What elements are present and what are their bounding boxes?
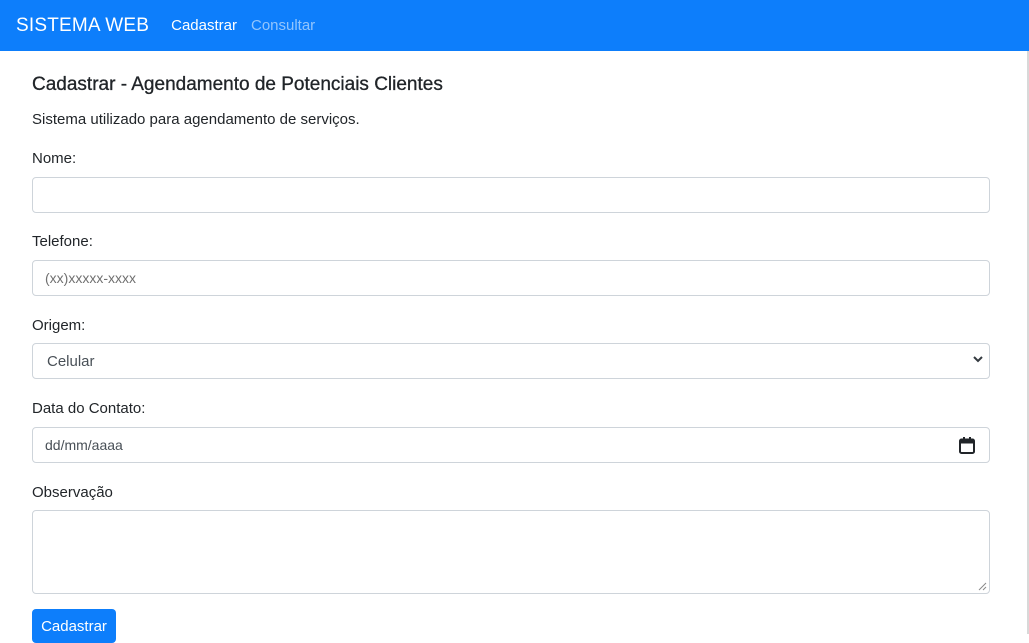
brand[interactable]: SISTEMA WEB bbox=[16, 15, 149, 37]
nome-input[interactable] bbox=[32, 177, 990, 213]
origem-selected: Celular bbox=[47, 352, 95, 370]
nome-label: Nome: bbox=[32, 150, 77, 167]
page-subtitle: Sistema utilizado para agendamento de se… bbox=[32, 111, 360, 128]
observacao-textarea[interactable] bbox=[32, 510, 990, 594]
calendar-icon[interactable] bbox=[959, 437, 975, 454]
origem-label: Origem: bbox=[32, 317, 86, 334]
page-title: Cadastrar - Agendamento de Potenciais Cl… bbox=[32, 74, 443, 95]
navbar: SISTEMA WEB Cadastrar Consultar bbox=[0, 0, 1029, 51]
observacao-label: Observação bbox=[32, 484, 113, 501]
telefone-placeholder: (xx)xxxxx-xxxx bbox=[45, 270, 136, 286]
chevron-down-icon bbox=[973, 356, 983, 363]
data-contato-label: Data do Contato: bbox=[32, 400, 146, 417]
resize-grip-icon[interactable] bbox=[978, 582, 987, 591]
nav-link-consultar[interactable]: Consultar bbox=[251, 17, 315, 34]
cadastrar-button[interactable]: Cadastrar bbox=[32, 609, 116, 643]
origem-select[interactable]: Celular bbox=[32, 343, 990, 379]
telefone-input[interactable]: (xx)xxxxx-xxxx bbox=[32, 260, 990, 296]
telefone-label: Telefone: bbox=[32, 233, 93, 250]
data-contato-input[interactable]: dd/mm/aaaa bbox=[32, 427, 990, 463]
data-contato-placeholder: dd/mm/aaaa bbox=[45, 437, 123, 453]
nav-link-cadastrar[interactable]: Cadastrar bbox=[171, 17, 237, 34]
